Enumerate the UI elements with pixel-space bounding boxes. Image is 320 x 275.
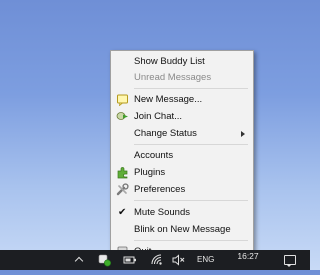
menu-item-blink-on-new-message[interactable]: Blink on New Message [111, 221, 253, 238]
battery-icon[interactable] [123, 254, 137, 266]
show-hidden-icons-chevron[interactable] [74, 256, 84, 266]
wifi-icon[interactable] [150, 253, 164, 267]
menu-separator [134, 240, 248, 241]
menu-item-change-status[interactable]: Change Status [111, 125, 253, 142]
menu-item-label: Mute Sounds [134, 207, 190, 218]
pidgin-tray-icon[interactable] [98, 253, 112, 267]
menu-item-label: Accounts [134, 150, 174, 161]
menu-item-label: Change Status [134, 128, 197, 139]
menu-item-label: Blink on New Message [134, 224, 231, 235]
menu-item-label: Unread Messages [134, 72, 212, 83]
submenu-arrow-icon [241, 131, 245, 137]
volume-muted-icon[interactable] [172, 254, 186, 266]
menu-item-plugins[interactable]: Plugins [111, 164, 253, 181]
menu-separator [134, 144, 248, 145]
menu-item-label: Show Buddy List [134, 56, 205, 67]
menu-item-show-buddy-list[interactable]: Show Buddy List [111, 53, 253, 70]
plugins-icon [116, 166, 129, 179]
tray-context-menu: Show Buddy List Unread Messages New Mess… [110, 50, 254, 254]
join-chat-icon [116, 110, 129, 123]
clock-time: 16:27 [237, 251, 259, 261]
preferences-icon [116, 183, 129, 196]
menu-item-label: New Message... [134, 94, 203, 105]
taskbar-clock[interactable]: 16:27 [232, 252, 264, 261]
taskbar: ENG 16:27 [0, 250, 310, 270]
menu-separator [134, 88, 248, 89]
menu-item-preferences[interactable]: Preferences [111, 181, 253, 198]
menu-separator [134, 200, 248, 201]
checkmark-icon: ✔ [118, 207, 127, 218]
new-message-icon [116, 93, 129, 107]
menu-item-label: Plugins [134, 167, 166, 178]
menu-item-mute-sounds[interactable]: ✔ Mute Sounds [111, 204, 253, 221]
menu-item-join-chat[interactable]: Join Chat... [111, 108, 253, 125]
language-indicator[interactable]: ENG [197, 250, 214, 270]
menu-item-label: Join Chat... [134, 111, 183, 122]
notification-icon[interactable] [284, 255, 296, 267]
menu-item-label: Preferences [134, 184, 186, 195]
menu-item-new-message[interactable]: New Message... [111, 91, 253, 108]
menu-item-accounts[interactable]: Accounts [111, 147, 253, 164]
menu-item-unread-messages: Unread Messages [111, 69, 253, 86]
